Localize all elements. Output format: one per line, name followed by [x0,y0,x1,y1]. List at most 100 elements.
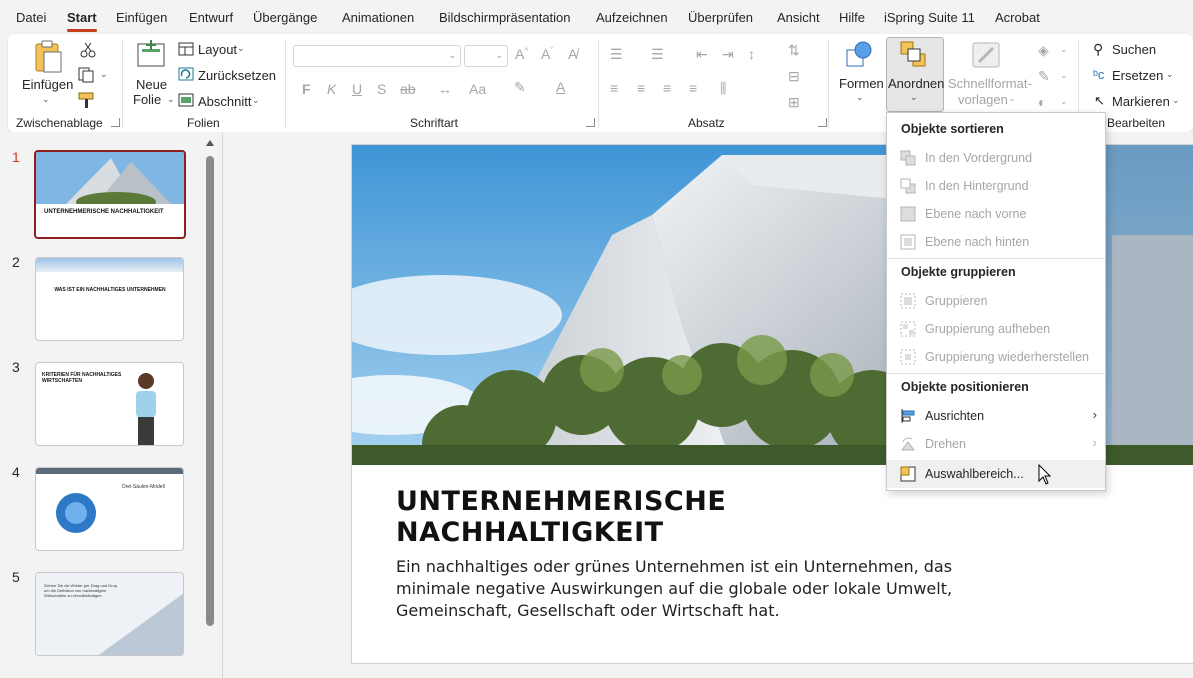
slide-body-text[interactable]: Ein nachhaltiges oder grünes Unternehmen… [396,556,986,622]
new-slide-label-2[interactable]: Folie [133,92,161,107]
font-size-select[interactable]: ⌄ [464,45,508,67]
shape-fill-chevron-icon[interactable]: ⌄ [1060,44,1068,55]
highlight-icon[interactable]: ✎ [514,79,526,96]
tab-einfuegen[interactable]: Einfügen [116,10,167,25]
slide-thumbnail-4[interactable]: Drei-Säulen-Modell [35,467,184,551]
tab-aufzeichnen[interactable]: Aufzeichnen [596,10,668,25]
new-slide-icon[interactable] [136,40,166,73]
reset-button[interactable]: Zurücksetzen [198,68,276,83]
new-slide-label-1[interactable]: Neue [136,77,167,92]
columns-icon[interactable]: ⫼ [720,80,726,97]
scroll-up-icon[interactable] [206,140,214,146]
underline-button[interactable]: U [352,81,362,97]
change-case-button[interactable]: Aa [469,81,486,97]
tab-ansicht[interactable]: Ansicht [777,10,820,25]
search-icon[interactable]: ⚲ [1093,41,1103,58]
layout-button[interactable]: Layout [198,42,237,57]
tab-start[interactable]: Start [67,10,97,32]
select-icon[interactable]: ↖ [1094,93,1105,109]
menu-item-send-backward[interactable]: Ebene nach hinten [887,228,1105,256]
numbering-icon[interactable]: ☰ [651,46,664,63]
menu-item-send-to-back[interactable]: In den Hintergrund [887,172,1105,200]
paragraph-launcher-icon[interactable] [818,118,827,127]
text-direction-icon[interactable]: ⇅ [788,42,800,59]
menu-item-ungroup[interactable]: Gruppierung aufheben [887,315,1105,343]
layout-chevron-icon[interactable]: ⌄ [237,43,245,54]
shadow-button[interactable]: S [377,81,386,97]
section-chevron-icon[interactable]: ⌄ [252,95,260,106]
select-button[interactable]: Markieren [1112,94,1170,109]
shapes-icon[interactable] [845,40,875,73]
bullets-icon[interactable]: ☰ [610,46,623,63]
menu-item-bring-to-front[interactable]: In den Vordergrund [887,144,1105,172]
tab-animationen[interactable]: Animationen [342,10,414,25]
shape-effects-icon[interactable]: ◐ [1038,94,1046,110]
tab-bildschirmpraesentation[interactable]: Bildschirmpräsentation [439,10,571,25]
shape-outline-icon[interactable]: ✎ [1038,68,1050,85]
align-text-icon[interactable]: ⊟ [788,68,800,85]
tab-hilfe[interactable]: Hilfe [839,10,865,25]
section-icon[interactable] [178,93,194,110]
select-chevron-icon[interactable]: ⌄ [1172,95,1180,106]
tab-ueberpruefen[interactable]: Überprüfen [688,10,753,25]
bold-button[interactable]: F [302,81,311,97]
new-slide-chevron-icon[interactable]: ⌄ [167,94,175,105]
align-center-icon[interactable]: ≡ [637,80,645,96]
shape-outline-chevron-icon[interactable]: ⌄ [1060,70,1068,81]
increase-indent-icon[interactable]: ⇥ [722,46,734,63]
font-shrink-icon[interactable]: Aˇ [541,46,553,62]
tab-entwurf[interactable]: Entwurf [189,10,233,25]
menu-item-align[interactable]: Ausrichten › [887,402,1105,430]
font-color-icon[interactable]: A [556,79,565,95]
shape-effects-chevron-icon[interactable]: ⌄ [1060,96,1068,107]
layout-icon[interactable] [178,42,194,59]
paste-icon[interactable] [30,40,64,74]
section-button[interactable]: Abschnitt [198,94,251,109]
quick-styles-icon[interactable] [971,40,1001,73]
smartart-icon[interactable]: ⊞ [788,94,800,111]
font-launcher-icon[interactable] [586,118,595,127]
replace-button[interactable]: Ersetzen [1112,68,1163,83]
italic-button[interactable]: K [327,81,336,97]
slide-title[interactable]: UNTERNEHMERISCHE NACHHALTIGKEIT [396,486,916,548]
justify-icon[interactable]: ≡ [689,80,697,96]
slide-thumbnail-1[interactable]: UNTERNEHMERISCHE NACHHALTIGKEIT [34,150,186,239]
slide-thumbnail-3[interactable]: KRITERIEN FÜR NACHHALTIGES WIRTSCHAFTEN [35,362,184,446]
replace-chevron-icon[interactable]: ⌄ [1166,69,1174,80]
search-button[interactable]: Suchen [1112,42,1156,57]
shape-fill-icon[interactable]: ◈ [1038,42,1049,59]
slide-thumbnail-5[interactable]: Ziehen Sie die Wörter per Drag und Drop,… [35,572,184,656]
menu-item-regroup[interactable]: Gruppierung wiederherstellen [887,343,1105,371]
align-left-icon[interactable]: ≡ [610,80,618,96]
menu-item-selection-pane[interactable]: Auswahlbereich... [887,460,1105,488]
letter-spacing-icon[interactable]: ↔ [438,81,452,97]
quick-styles-label-2[interactable]: vorlagen [958,92,1008,107]
strikethrough-button[interactable]: ab [400,81,416,97]
tab-uebergaenge[interactable]: Übergänge [253,10,317,25]
scrollbar-thumb[interactable] [206,156,214,626]
menu-item-group[interactable]: Gruppieren [887,287,1105,315]
reset-icon[interactable] [178,67,194,84]
copy-chevron-icon[interactable]: ⌄ [100,69,108,80]
copy-icon[interactable] [78,67,96,86]
replace-icon[interactable]: ᵇc [1093,67,1104,82]
font-grow-icon[interactable]: A^ [515,46,528,62]
shapes-chevron-icon[interactable]: ⌄ [856,92,864,103]
tab-ispring[interactable]: iSpring Suite 11 [884,10,975,25]
menu-item-bring-forward[interactable]: Ebene nach vorne [887,200,1105,228]
format-painter-icon[interactable] [78,92,96,113]
clipboard-launcher-icon[interactable] [111,118,120,127]
paste-chevron-icon[interactable]: ⌄ [42,94,50,105]
tab-datei[interactable]: Datei [16,10,46,25]
slide-thumbnail-2[interactable]: WAS IST EIN NACHHALTIGES UNTERNEHMEN [35,257,184,341]
decrease-indent-icon[interactable]: ⇤ [696,46,708,63]
quick-styles-chevron-icon[interactable]: ⌄ [1008,93,1016,104]
cut-icon[interactable] [80,42,96,61]
menu-item-rotate[interactable]: Drehen › [887,430,1105,458]
align-right-icon[interactable]: ≡ [663,80,671,96]
clear-format-icon[interactable]: A̸ [568,46,577,62]
paste-button[interactable]: Einfügen [22,77,73,92]
line-spacing-icon[interactable]: ↕ [748,46,755,62]
thumbnail-scrollbar[interactable] [206,140,214,630]
quick-styles-label-1[interactable]: Schnellformat- [948,76,1032,91]
